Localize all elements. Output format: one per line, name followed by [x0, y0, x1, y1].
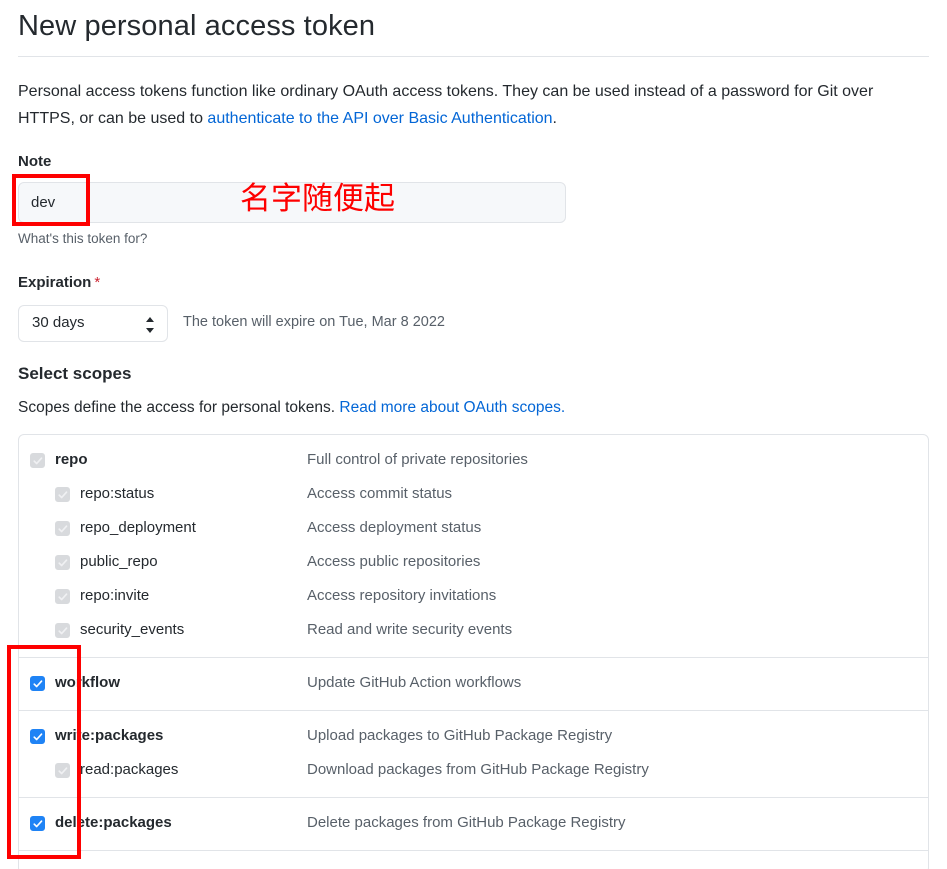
expiration-selected-value: 30 days [32, 314, 85, 331]
scope-row[interactable]: admin:orgFull control of orgs and teams,… [19, 860, 928, 869]
scope-checkbox-public-repo [55, 555, 70, 570]
required-asterisk: * [94, 274, 101, 291]
scope-group: delete:packages Delete packages from GitH… [19, 797, 928, 850]
scope-description: Upload packages to GitHub Package Regist… [307, 727, 613, 744]
scope-name: repo_deployment [80, 519, 196, 536]
scope-row[interactable]: write:packages Upload packages to GitHub … [19, 720, 928, 754]
check-icon [33, 680, 43, 688]
scope-name: repo:invite [80, 587, 150, 604]
scopes-description: Scopes define the access for personal to… [18, 399, 565, 417]
scope-row: security_events Read and write security e… [19, 614, 928, 648]
scope-row: public_repo Access public repositories [19, 546, 928, 580]
scope-row: repo:status Access commit status [19, 478, 928, 512]
oauth-scopes-link[interactable]: Read more about OAuth scopes. [339, 399, 565, 416]
check-icon [58, 559, 68, 567]
scope-checkbox-repo [30, 453, 45, 468]
check-icon [58, 525, 68, 533]
scope-checkbox-repo-deployment [55, 521, 70, 536]
scope-row: repo:invite Access repository invitations [19, 580, 928, 614]
scope-description: Full control of private repositories [307, 451, 528, 468]
expiration-label: Expiration * [18, 274, 100, 291]
scope-row: read:packages Download packages from GitH… [19, 754, 928, 788]
scope-checkbox-delete-packages[interactable] [30, 816, 45, 831]
expiration-note: The token will expire on Tue, Mar 8 2022 [183, 314, 445, 330]
select-scopes-heading: Select scopes [18, 364, 132, 383]
scope-checkbox-security-events [55, 623, 70, 638]
check-icon [58, 767, 68, 775]
expiration-label-text: Expiration [18, 274, 92, 291]
note-label: Note [18, 153, 52, 170]
scope-description: Update GitHub Action workflows [307, 674, 522, 691]
scope-description: Access commit status [307, 485, 453, 502]
intro-paragraph: Personal access tokens function like ord… [18, 78, 933, 132]
scopes-description-text: Scopes define the access for personal to… [18, 399, 340, 416]
scope-checkbox-repo-invite [55, 589, 70, 604]
scope-description: Delete packages from GitHub Package Regi… [307, 814, 626, 831]
scope-description: Access public repositories [307, 553, 481, 570]
scope-description: Access deployment status [307, 519, 482, 536]
check-icon [33, 820, 43, 828]
scope-description: Access repository invitations [307, 587, 497, 604]
scope-checkbox-read-packages [55, 763, 70, 778]
scope-checkbox-repo-status [55, 487, 70, 502]
basic-auth-link[interactable]: authenticate to the API over Basic Authe… [207, 110, 552, 127]
scope-name: repo:status [80, 485, 155, 502]
check-icon [33, 733, 43, 741]
scope-name: security_events [80, 621, 185, 638]
intro-text-after: . [552, 110, 557, 127]
scope-name: delete:packages [55, 814, 172, 831]
scope-group: workflow Update GitHub Action workflows [19, 657, 928, 710]
scope-name: workflow [55, 674, 121, 691]
scope-group: write:packages Upload packages to GitHub … [19, 710, 928, 797]
check-icon [58, 491, 68, 499]
scopes-list: repo Full control of private repositories… [18, 434, 929, 869]
expiration-select[interactable]: 30 days [18, 305, 168, 342]
chevron-updown-icon [146, 317, 154, 333]
scope-name: public_repo [80, 553, 158, 570]
scope-description: Download packages from GitHub Package Re… [307, 761, 649, 778]
page-title: New personal access token [18, 10, 376, 42]
title-divider [18, 56, 929, 57]
scope-row: repo_deployment Access deployment status [19, 512, 928, 546]
scope-group: admin:orgFull control of orgs and teams,… [19, 850, 928, 869]
check-icon [33, 457, 43, 465]
scope-checkbox-write-packages[interactable] [30, 729, 45, 744]
scope-row[interactable]: workflow Update GitHub Action workflows [19, 667, 928, 701]
note-help-text: What's this token for? [18, 231, 148, 246]
new-personal-access-token-page: New personal access token Personal acces… [0, 0, 947, 869]
check-icon [58, 627, 68, 635]
scope-name: repo [55, 451, 88, 468]
annotation-text-note: 名字随便起 [240, 181, 395, 217]
scope-group: repo Full control of private repositories… [19, 435, 928, 657]
scope-name: read:packages [80, 761, 179, 778]
scope-row: repo Full control of private repositories [19, 444, 928, 478]
scope-checkbox-workflow[interactable] [30, 676, 45, 691]
scope-description: Read and write security events [307, 621, 513, 638]
scope-name: write:packages [55, 727, 164, 744]
scope-row[interactable]: delete:packages Delete packages from GitH… [19, 807, 928, 841]
check-icon [58, 593, 68, 601]
